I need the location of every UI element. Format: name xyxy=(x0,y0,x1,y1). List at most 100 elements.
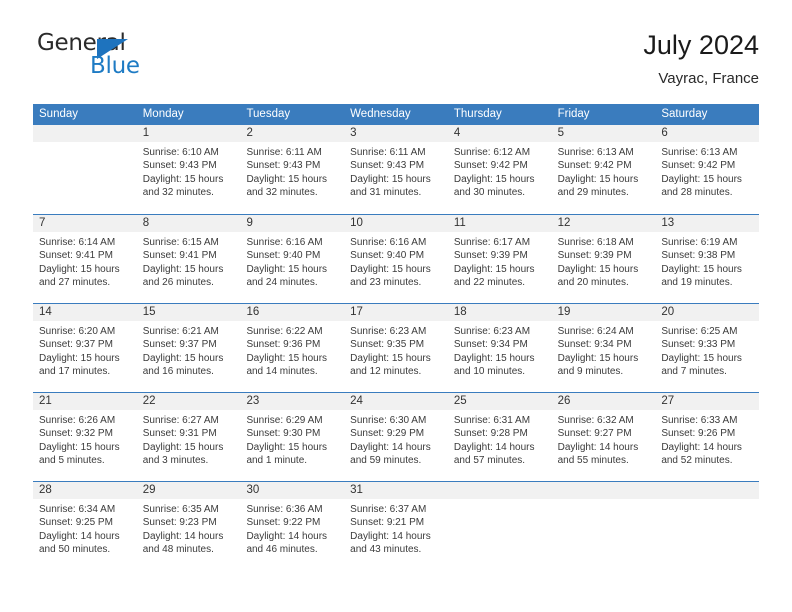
sunset-text: Sunset: 9:35 PM xyxy=(350,339,425,351)
day-cell[interactable]: 10 Sunrise: 6:16 AM Sunset: 9:40 PM Dayligh… xyxy=(344,215,448,303)
day-details: Sunrise: 6:18 AM Sunset: 9:39 PM Daylight:… xyxy=(552,232,656,290)
day-cell[interactable]: 28 Sunrise: 6:34 AM Sunset: 9:25 PM Dayligh… xyxy=(33,482,137,570)
day-number: 1 xyxy=(142,127,150,139)
sunrise-text: Sunrise: 6:18 AM xyxy=(557,237,634,248)
sunset-text: Sunset: 9:36 PM xyxy=(246,339,321,351)
day-number: 22 xyxy=(142,395,156,407)
sunrise-text: Sunrise: 6:20 AM xyxy=(39,326,116,337)
sunrise-text: Sunrise: 6:10 AM xyxy=(142,147,219,158)
weekday-header-monday: Monday xyxy=(142,108,184,120)
daylight-text-line2: and 50 minutes. xyxy=(39,544,111,556)
day-number-band: 20 xyxy=(655,304,760,321)
day-details: Sunrise: 6:37 AM Sunset: 9:21 PM Daylight:… xyxy=(344,499,448,557)
day-number: 18 xyxy=(453,306,467,318)
day-cell[interactable]: 7 Sunrise: 6:14 AM Sunset: 9:41 PM Daylight… xyxy=(33,215,137,303)
day-number-band: 30 xyxy=(240,482,345,499)
day-number: 8 xyxy=(142,217,150,229)
day-cell[interactable]: 22 Sunrise: 6:27 AM Sunset: 9:31 PM Dayligh… xyxy=(136,393,241,481)
day-details: Sunrise: 6:31 AM Sunset: 9:28 PM Daylight:… xyxy=(448,410,552,468)
day-details: Sunrise: 6:22 AM Sunset: 9:36 PM Daylight:… xyxy=(240,321,344,379)
sunrise-text: Sunrise: 6:36 AM xyxy=(246,504,323,515)
day-cell[interactable]: 25 Sunrise: 6:31 AM Sunset: 9:28 PM Dayligh… xyxy=(447,393,552,481)
day-cell[interactable]: 6 Sunrise: 6:13 AM Sunset: 9:42 PM Daylight… xyxy=(655,125,760,214)
sunset-text: Sunset: 9:40 PM xyxy=(350,250,425,262)
day-number-band: 7 xyxy=(33,215,137,232)
sunrise-text: Sunrise: 6:23 AM xyxy=(350,326,427,337)
day-number-band: 17 xyxy=(344,304,448,321)
day-cell[interactable]: 2 Sunrise: 6:11 AM Sunset: 9:43 PM Daylight… xyxy=(240,125,345,214)
day-number: 19 xyxy=(557,306,571,318)
day-cell[interactable]: 13 Sunrise: 6:19 AM Sunset: 9:38 PM Dayligh… xyxy=(655,215,760,303)
daylight-text-line1: Daylight: 14 hours xyxy=(350,441,431,453)
day-cell[interactable]: 4 Sunrise: 6:12 AM Sunset: 9:42 PM Daylight… xyxy=(447,125,552,214)
daylight-text-line2: and 10 minutes. xyxy=(453,366,526,378)
day-cell[interactable]: 17 Sunrise: 6:23 AM Sunset: 9:35 PM Dayligh… xyxy=(344,304,448,392)
sunset-text: Sunset: 9:26 PM xyxy=(661,428,736,440)
sunset-text: Sunset: 9:39 PM xyxy=(453,250,528,262)
daylight-text-line2: and 14 minutes. xyxy=(246,366,318,378)
day-number: 31 xyxy=(350,484,363,496)
daylight-text-line2: and 1 minute. xyxy=(246,455,308,467)
day-cell[interactable]: 1 Sunrise: 6:10 AM Sunset: 9:43 PM Daylight… xyxy=(136,125,241,214)
day-cell[interactable]: 12 Sunrise: 6:18 AM Sunset: 9:39 PM Dayligh… xyxy=(551,215,656,303)
daylight-text-line2: and 26 minutes. xyxy=(142,277,214,289)
day-details: Sunrise: 6:21 AM Sunset: 9:37 PM Daylight:… xyxy=(137,321,241,379)
day-cell[interactable]: 5 Sunrise: 6:13 AM Sunset: 9:42 PM Daylight… xyxy=(551,125,656,214)
day-cell[interactable]: 3 Sunrise: 6:11 AM Sunset: 9:43 PM Daylight… xyxy=(344,125,448,214)
daylight-text-line1: Daylight: 15 hours xyxy=(453,263,535,275)
general-blue-logo[interactable]: General Blue xyxy=(33,28,263,88)
daylight-text-line2: and 59 minutes. xyxy=(350,455,422,467)
day-number: 12 xyxy=(557,217,571,229)
sunset-text: Sunset: 9:25 PM xyxy=(39,517,113,529)
daylight-text-line2: and 24 minutes. xyxy=(246,277,318,289)
day-details: Sunrise: 6:13 AM Sunset: 9:42 PM Daylight:… xyxy=(655,142,759,200)
day-details: Sunrise: 6:36 AM Sunset: 9:22 PM Daylight:… xyxy=(240,499,344,557)
day-number-band: 13 xyxy=(655,215,760,232)
day-details: Sunrise: 6:13 AM Sunset: 9:42 PM Daylight:… xyxy=(552,142,656,200)
day-cell[interactable]: 18 Sunrise: 6:23 AM Sunset: 9:34 PM Dayligh… xyxy=(447,304,552,392)
day-cell[interactable]: 29 Sunrise: 6:35 AM Sunset: 9:23 PM Dayligh… xyxy=(136,482,241,570)
day-number-band: 23 xyxy=(240,393,345,410)
day-cell[interactable]: 31 Sunrise: 6:37 AM Sunset: 9:21 PM Dayligh… xyxy=(344,482,448,570)
daylight-text-line1: Daylight: 14 hours xyxy=(350,530,431,542)
daylight-text-line1: Daylight: 15 hours xyxy=(246,441,328,453)
day-cell-empty xyxy=(551,482,656,570)
daylight-text-line2: and 22 minutes. xyxy=(453,277,526,289)
day-cell[interactable]: 9 Sunrise: 6:16 AM Sunset: 9:40 PM Daylight… xyxy=(240,215,345,303)
day-cell[interactable]: 19 Sunrise: 6:24 AM Sunset: 9:34 PM Dayligh… xyxy=(551,304,656,392)
calendar-page: General Blue July 2024 Vayrac, France Su… xyxy=(0,0,792,612)
day-cell[interactable]: 27 Sunrise: 6:33 AM Sunset: 9:26 PM Dayligh… xyxy=(655,393,760,481)
day-number: 4 xyxy=(453,127,461,139)
day-cell[interactable]: 16 Sunrise: 6:22 AM Sunset: 9:36 PM Dayligh… xyxy=(240,304,345,392)
day-cell[interactable]: 30 Sunrise: 6:36 AM Sunset: 9:22 PM Dayligh… xyxy=(240,482,345,570)
day-cell[interactable]: 8 Sunrise: 6:15 AM Sunset: 9:41 PM Daylight… xyxy=(136,215,241,303)
sunset-text: Sunset: 9:43 PM xyxy=(350,160,425,172)
sunset-text: Sunset: 9:43 PM xyxy=(142,160,217,172)
weekday-header-wednesday: Wednesday xyxy=(350,108,411,120)
day-cell[interactable]: 24 Sunrise: 6:30 AM Sunset: 9:29 PM Dayligh… xyxy=(344,393,448,481)
day-number-band: 14 xyxy=(33,304,137,321)
day-details: Sunrise: 6:27 AM Sunset: 9:31 PM Daylight:… xyxy=(137,410,241,468)
day-number-band xyxy=(447,482,552,499)
sunrise-text: Sunrise: 6:34 AM xyxy=(39,504,116,515)
day-cell-empty xyxy=(447,482,552,570)
day-cell[interactable]: 26 Sunrise: 6:32 AM Sunset: 9:27 PM Dayligh… xyxy=(551,393,656,481)
daylight-text-line2: and 27 minutes. xyxy=(39,277,111,289)
day-cell[interactable]: 21 Sunrise: 6:26 AM Sunset: 9:32 PM Dayligh… xyxy=(33,393,137,481)
sunrise-text: Sunrise: 6:16 AM xyxy=(350,237,427,248)
day-cell[interactable]: 14 Sunrise: 6:20 AM Sunset: 9:37 PM Dayligh… xyxy=(33,304,137,392)
sunset-text: Sunset: 9:21 PM xyxy=(350,517,425,529)
day-details: Sunrise: 6:12 AM Sunset: 9:42 PM Daylight:… xyxy=(448,142,552,200)
sunrise-text: Sunrise: 6:31 AM xyxy=(453,415,531,426)
sunset-text: Sunset: 9:40 PM xyxy=(246,250,321,262)
day-number: 2 xyxy=(246,127,253,139)
day-details: Sunrise: 6:32 AM Sunset: 9:27 PM Daylight:… xyxy=(552,410,656,468)
day-cell[interactable]: 11 Sunrise: 6:17 AM Sunset: 9:39 PM Dayligh… xyxy=(447,215,552,303)
day-cell[interactable]: 23 Sunrise: 6:29 AM Sunset: 9:30 PM Dayligh… xyxy=(240,393,345,481)
weekday-header-thursday: Thursday xyxy=(453,108,502,120)
daylight-text-line1: Daylight: 15 hours xyxy=(39,441,120,453)
day-cell[interactable]: 15 Sunrise: 6:21 AM Sunset: 9:37 PM Dayligh… xyxy=(136,304,241,392)
logo-text-blue: Blue xyxy=(90,53,140,79)
day-cell[interactable]: 20 Sunrise: 6:25 AM Sunset: 9:33 PM Dayligh… xyxy=(655,304,760,392)
day-details: Sunrise: 6:34 AM Sunset: 9:25 PM Daylight:… xyxy=(33,499,137,557)
